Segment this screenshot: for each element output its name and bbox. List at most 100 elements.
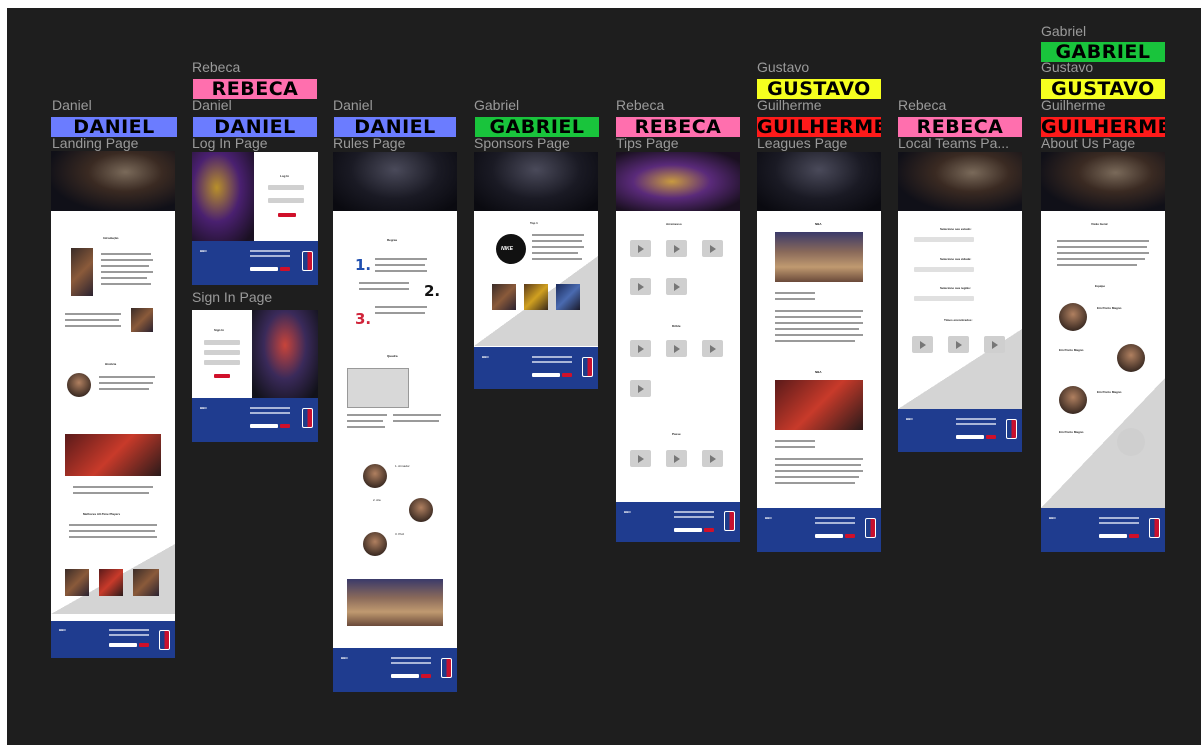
tips-video[interactable] [702,340,723,357]
footer-links[interactable] [674,511,714,513]
signin-title: Sign In [214,328,224,332]
region-select[interactable] [914,296,974,301]
tips-video[interactable] [666,240,687,257]
text-line [775,334,863,336]
tips-video[interactable] [666,278,687,295]
state-select[interactable] [914,237,974,242]
role-avatar-1 [363,464,387,488]
city-select[interactable] [914,267,974,272]
footer-email-input[interactable] [250,267,278,271]
text-line [775,464,861,466]
tips-video[interactable] [630,240,651,257]
footer-links[interactable] [250,250,290,252]
tips-video[interactable] [630,278,651,295]
tips-video[interactable] [666,450,687,467]
footer-subscribe-button[interactable] [704,528,714,532]
text-line [775,470,863,472]
nba-logo-icon [865,518,876,538]
local-teams-page-frame[interactable]: Selecione seu estado: Selecione sua cida… [898,152,1022,452]
footer-subscribe-button[interactable] [139,643,149,647]
team-member-name-3: Ein Ponto Magno [1097,390,1122,394]
footer-email-input[interactable] [815,534,843,538]
signin-player-image [252,310,318,398]
footer-email-input[interactable] [674,528,702,532]
footer-brand: BBN [906,417,913,421]
signin-submit-button[interactable] [214,374,230,378]
court-diagram [347,368,409,408]
footer-email-input[interactable] [1099,534,1127,538]
nba-logo-icon [1006,419,1017,439]
author-tag-daniel-3: DANIEL [334,117,456,137]
leagues-page-frame[interactable]: NBA NBA BBN [757,152,881,552]
text-line [347,414,387,416]
footer-links[interactable] [250,412,290,414]
about-page-frame[interactable]: Visão Geral Equipe Ein Ponto Magno Ein P… [1041,152,1165,552]
text-line [375,258,427,260]
tips-video[interactable] [630,450,651,467]
tips-video[interactable] [630,380,651,397]
text-line [775,458,863,460]
team-heading: Equipe [1095,284,1106,288]
footer-subscribe-button[interactable] [1129,534,1139,538]
footer-links[interactable] [109,634,149,636]
team-card[interactable] [984,336,1005,353]
tips-video[interactable] [702,450,723,467]
signin-email-input[interactable] [204,350,240,355]
footer-subscribe-button[interactable] [562,373,572,377]
footer-links[interactable] [250,407,290,409]
rules-video-image[interactable] [347,579,443,626]
footer-links[interactable] [109,629,149,631]
signin-name-input[interactable] [204,340,240,345]
footer-subscribe-button[interactable] [280,267,290,271]
tips-video[interactable] [702,240,723,257]
login-password-input[interactable] [268,198,304,203]
footer-links[interactable] [391,657,431,659]
footer-subscribe-button[interactable] [845,534,855,538]
tips-video[interactable] [666,340,687,357]
footer-links[interactable] [815,522,855,524]
team-card[interactable] [912,336,933,353]
rules-page-frame[interactable]: Regras 1. 2. 3. Quadra 1. Armador 2. Ala… [333,152,457,692]
signin-page-frame[interactable]: Sign In BBN [192,310,318,442]
footer-links[interactable] [532,356,572,358]
tips-hero-image [616,152,740,211]
footer-email-input[interactable] [250,424,278,428]
footer-links[interactable] [1099,517,1139,519]
footer-links[interactable] [532,361,572,363]
text-line [393,420,439,422]
footer-subscribe-button[interactable] [986,435,996,439]
footer-email-input[interactable] [109,643,137,647]
footer-links[interactable] [815,517,855,519]
footer-links[interactable] [956,423,996,425]
footer-links[interactable] [674,516,714,518]
footer-links[interactable] [250,255,290,257]
design-canvas[interactable]: Daniel DANIEL Landing Page Introdução Hi… [7,8,1201,745]
footer-email-input[interactable] [391,674,419,678]
login-title: Log In [280,174,289,178]
tips-footer: BBN [616,502,740,542]
team-card[interactable] [948,336,969,353]
footer-subscribe-button[interactable] [280,424,290,428]
rules-hero-image [333,152,457,211]
footer-links[interactable] [391,662,431,664]
sponsors-page-frame[interactable]: Top 1 NIKE BBN [474,152,598,389]
login-email-input[interactable] [268,185,304,190]
footer-subscribe-button[interactable] [421,674,431,678]
leagues-hero-image [757,152,881,211]
intro-image [71,248,93,296]
tips-video[interactable] [630,340,651,357]
signin-password-input[interactable] [204,360,240,365]
text-line [99,388,149,390]
text-line [775,310,863,312]
footer-links[interactable] [1099,522,1139,524]
login-page-frame[interactable]: Log In BBN [192,152,318,285]
tips-page-frame[interactable]: Arremesso Drible Passe BBN [616,152,740,542]
landing-page-frame[interactable]: Introdução História Melhores All-Time Pl… [51,151,175,658]
nba-logo-icon [302,408,313,428]
login-submit-button[interactable] [278,213,296,217]
footer-email-input[interactable] [956,435,984,439]
footer-links[interactable] [956,418,996,420]
nba-logo-icon [1149,518,1160,538]
footer-email-input[interactable] [532,373,560,377]
text-line [99,382,153,384]
